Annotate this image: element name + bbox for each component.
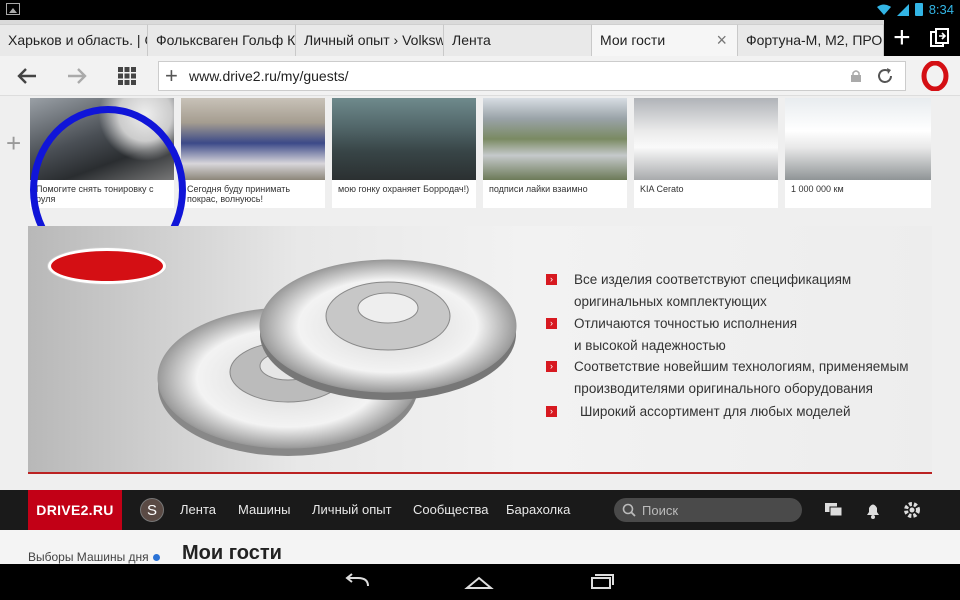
messages-icon[interactable]	[824, 500, 844, 520]
car-photo	[785, 98, 931, 180]
feature-2-line-2: и высокой надежностью	[574, 338, 726, 353]
bell-icon[interactable]	[863, 500, 883, 520]
tab-golf[interactable]: Фольксваген Гольф К	[148, 24, 296, 56]
search-icon	[622, 503, 636, 517]
feature-1-line-2: оригинальных комплектующих	[574, 294, 767, 309]
bullet-icon: ›	[546, 361, 557, 372]
grid-icon	[118, 67, 136, 85]
feature-3-line-1: Соответствие новейшим технологиям, приме…	[574, 359, 909, 374]
forward-button[interactable]	[62, 62, 92, 90]
speed-dial-button[interactable]	[112, 62, 142, 90]
tab-fortuna[interactable]: Фортуна-М, М2, ПРО и	[738, 24, 884, 56]
gear-icon[interactable]	[902, 500, 922, 520]
tab-personal-experience[interactable]: Личный опыт › Volksw	[296, 24, 444, 56]
left-plus-icon[interactable]: +	[6, 128, 21, 159]
add-bookmark-icon[interactable]: +	[165, 64, 178, 88]
signal-icon	[896, 3, 909, 16]
car-photo	[634, 98, 778, 180]
car-of-the-day-label: Выборы Машины дня	[28, 550, 149, 564]
search-placeholder: Поиск	[642, 503, 679, 518]
nav-link-personal-experience[interactable]: Личный опыт	[312, 502, 392, 517]
reload-icon[interactable]	[875, 66, 895, 86]
tab-kharkov[interactable]: Харьков и область. | С	[0, 24, 148, 56]
tab-switcher-icon[interactable]	[929, 27, 951, 49]
tab-feed[interactable]: Лента	[444, 24, 592, 56]
car-of-the-day-link[interactable]: Выборы Машины дня	[28, 550, 160, 564]
guest-card-4[interactable]: подписи лайки взаимно	[483, 98, 627, 208]
guest-card-caption: подписи лайки взаимно	[489, 184, 588, 194]
close-tab-icon[interactable]: ×	[716, 25, 727, 55]
home-nav-icon[interactable]	[464, 572, 494, 592]
car-photo	[332, 98, 476, 180]
guest-card-caption: Сегодня буду принимать покрас, волнуюсь!	[187, 184, 291, 204]
bullet-icon: ›	[546, 406, 557, 417]
bullet-icon: ›	[546, 274, 557, 285]
address-bar[interactable]: + www.drive2.ru/my/guests/	[158, 61, 906, 91]
new-tab-button[interactable]: +	[893, 23, 911, 53]
guest-card-3[interactable]: мою гонку охраняет Борродач!)	[332, 98, 476, 208]
guest-card-2[interactable]: Сегодня буду принимать покрас, волнуюсь!	[181, 98, 325, 208]
tab-my-guests[interactable]: Мои гости ×	[592, 24, 738, 56]
lock-icon	[851, 70, 861, 82]
car-photo	[483, 98, 627, 180]
status-bar: 8:34	[0, 0, 960, 20]
url-text[interactable]: www.drive2.ru/my/guests/	[189, 68, 349, 84]
feature-4-line-1: Широкий ассортимент для любых моделей	[580, 404, 851, 419]
tab-actions: +	[884, 20, 960, 56]
recents-nav-icon[interactable]	[586, 572, 616, 592]
drive2-logo[interactable]: DRIVE2.RU	[28, 490, 122, 530]
avatar[interactable]: S	[140, 498, 164, 522]
back-arrow-icon	[17, 68, 36, 84]
back-nav-icon[interactable]	[342, 572, 372, 592]
tab-label: Фортуна-М, М2, ПРО и	[746, 32, 884, 48]
tab-label: Лента	[452, 32, 491, 48]
tab-label: Харьков и область. | С	[8, 32, 148, 48]
tab-label: Личный опыт › Volksw	[304, 32, 444, 48]
back-button[interactable]	[12, 62, 42, 90]
bullet-icon: ›	[546, 318, 557, 329]
wifi-icon	[876, 4, 891, 15]
opera-menu-icon[interactable]	[920, 61, 950, 91]
tab-label: Фольксваген Гольф К	[156, 32, 296, 48]
status-indicators: 8:34	[876, 2, 954, 17]
feature-1-line-1: Все изделия соответствуют спецификациям	[574, 272, 852, 287]
guest-card-caption: мою гонку охраняет Борродач!)	[338, 184, 470, 194]
feature-3-line-2: производителями оригинального оборудован…	[574, 381, 873, 396]
guest-card-6[interactable]: 1 000 000 км	[785, 98, 931, 208]
tab-strip: Харьков и область. | С Фольксваген Гольф…	[0, 20, 960, 56]
guest-card-caption: 1 000 000 км	[791, 184, 844, 194]
feature-2-line-1: Отличаются точностью исполнения	[574, 316, 798, 331]
tab-label: Мои гости	[600, 32, 666, 48]
page-title: Мои гости	[182, 542, 282, 564]
search-input[interactable]: Поиск	[614, 498, 802, 522]
guest-card-caption: KIA Cerato	[640, 184, 684, 194]
site-navbar: DRIVE2.RU S Лента Машины Личный опыт Соо…	[0, 490, 960, 530]
clock: 8:34	[928, 2, 954, 17]
gallery-notification-icon	[6, 3, 20, 15]
page-subheader: Выборы Машины дня Мои гости	[0, 530, 960, 564]
battery-icon	[914, 3, 923, 16]
nav-link-market[interactable]: Барахолка	[506, 502, 570, 517]
forward-arrow-icon	[68, 68, 87, 84]
nav-link-communities[interactable]: Сообщества	[413, 502, 489, 517]
page-content: + Помогите снять тонировку с руля Сегодн…	[0, 96, 960, 564]
browser-toolbar: + www.drive2.ru/my/guests/	[0, 56, 960, 96]
nav-link-cars[interactable]: Машины	[238, 502, 290, 517]
status-dot	[152, 554, 160, 562]
guest-card-5[interactable]: KIA Cerato	[634, 98, 778, 208]
system-navigation-bar	[0, 564, 960, 600]
delphi-banner[interactable]: › Все изделия соответствуют спецификация…	[28, 226, 932, 474]
car-photo	[181, 98, 325, 180]
brake-discs-image	[157, 259, 517, 456]
nav-link-feed[interactable]: Лента	[180, 502, 216, 517]
